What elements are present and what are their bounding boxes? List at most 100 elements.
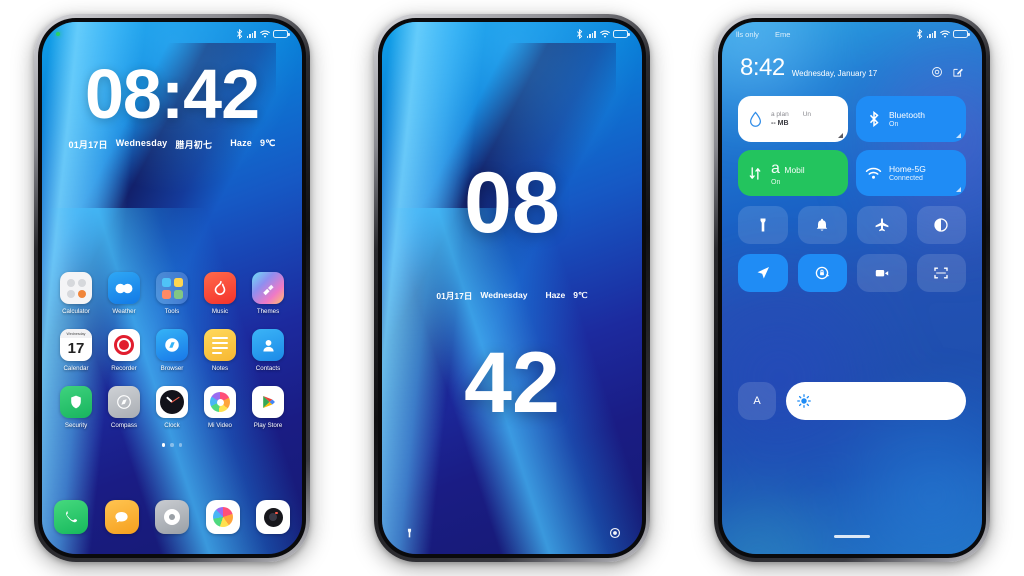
lockscreen-date-row: 01月17日 Wednesday 腊月初七 Haze 9℃	[42, 138, 302, 151]
camera-indicator-icon	[56, 32, 60, 36]
data-drop-icon	[747, 111, 764, 128]
toggle-dark-mode[interactable]	[916, 206, 966, 244]
date-cn: 01月17日	[68, 140, 108, 151]
toggle-screen-recorder[interactable]	[857, 254, 907, 292]
app-themes[interactable]: Themes	[246, 272, 290, 315]
app-browser[interactable]: Browser	[150, 329, 194, 372]
page-indicator[interactable]	[54, 443, 290, 447]
weather-condition: Haze	[545, 290, 566, 300]
app-security[interactable]: Security	[54, 386, 98, 429]
app-compass[interactable]: Compass	[102, 386, 146, 429]
settings-icon[interactable]	[155, 500, 189, 534]
date-cn: 01月17日	[436, 291, 473, 301]
app-contacts[interactable]: Contacts	[246, 329, 290, 372]
lockscreen-clock-widget: 08:42 01月17日 Wednesday 腊月初七 Haze 9℃	[42, 59, 302, 151]
app-label: Music	[211, 308, 229, 315]
phone-icon[interactable]	[54, 500, 88, 534]
auto-brightness-button[interactable]: A	[738, 382, 776, 420]
wifi-icon	[865, 165, 882, 182]
lunar-date: 腊月初七	[175, 140, 213, 151]
bluetooth-icon	[237, 29, 243, 39]
tile-bluetooth[interactable]: Bluetooth On	[856, 96, 966, 142]
compass-icon	[108, 386, 140, 418]
control-center-panel: 8:42 Wednesday, January 17 a plan Un -- …	[722, 22, 982, 554]
app-label: Calculator	[62, 308, 90, 315]
camera-icon[interactable]	[608, 526, 622, 540]
app-weather[interactable]: Weather	[102, 272, 146, 315]
messages-icon[interactable]	[104, 500, 139, 534]
app-label: Compass	[110, 422, 138, 429]
brightness-row: A	[738, 382, 966, 420]
tile-line2: Un	[802, 111, 812, 118]
tile-mobile-data[interactable]: a Mobil On	[738, 150, 848, 196]
tile-line1: a	[771, 160, 780, 177]
edit-icon[interactable]	[952, 66, 964, 78]
app-tools-folder[interactable]: Tools	[150, 272, 194, 315]
toggle-ringer[interactable]	[797, 206, 847, 244]
app-clock[interactable]: Clock	[150, 386, 194, 429]
wifi-icon	[259, 30, 270, 38]
tile-sub: On	[889, 121, 899, 128]
app-music[interactable]: Music	[198, 272, 242, 315]
gear-icon[interactable]	[931, 66, 943, 78]
home-indicator[interactable]	[722, 535, 982, 538]
bluetooth-icon	[865, 111, 882, 128]
phone-bezel: 08:42 01月17日 Wednesday 腊月初七 Haze 9℃ Calc…	[38, 18, 306, 558]
gallery-icon[interactable]	[205, 500, 240, 534]
tile-wifi[interactable]: Home-5G Connected	[856, 150, 966, 196]
music-icon	[204, 272, 236, 304]
clock-minutes: 42	[464, 335, 560, 431]
location-arrow-icon	[757, 267, 769, 279]
app-label: Browser	[160, 365, 184, 372]
app-row-2: Wednesday 17 Calendar Recorder Browser N…	[54, 329, 290, 372]
app-calculator[interactable]: Calculator	[54, 272, 98, 315]
notes-icon	[204, 329, 236, 361]
weekday: Wednesday	[115, 138, 168, 149]
camera-icon[interactable]	[256, 500, 290, 534]
toggle-grid	[738, 206, 966, 292]
app-mi-video[interactable]: Mi Video	[198, 386, 242, 429]
phone-2-lockscreen-big-clock: 08 01月17日 Wednesday Haze 9℃ 42	[374, 14, 650, 562]
toggle-airplane-mode[interactable]	[857, 206, 907, 244]
toggle-location[interactable]	[738, 254, 788, 292]
tools-folder-icon	[156, 272, 188, 304]
app-recorder[interactable]: Recorder	[102, 329, 146, 372]
expand-corner-icon[interactable]	[956, 133, 961, 138]
rotation-lock-icon	[816, 266, 830, 280]
phone-screen: 08 01月17日 Wednesday Haze 9℃ 42	[382, 22, 642, 554]
expand-corner-icon[interactable]	[956, 187, 961, 192]
data-transfer-icon	[747, 165, 764, 182]
battery-icon	[273, 30, 290, 38]
screenshot-stage: 08:42 01月17日 Wednesday 腊月初七 Haze 9℃ Calc…	[0, 0, 1024, 576]
flashlight-icon	[760, 218, 766, 232]
calendar-icon: Wednesday 17	[60, 329, 92, 361]
phone-bezel: 08 01月17日 Wednesday Haze 9℃ 42	[378, 18, 646, 558]
tile-sub: Connected	[889, 175, 923, 182]
expand-corner-icon[interactable]	[838, 133, 843, 138]
dark-mode-icon	[934, 218, 948, 232]
app-label: Notes	[211, 365, 229, 372]
weather-condition: Haze	[230, 138, 252, 149]
app-notes[interactable]: Notes	[198, 329, 242, 372]
dock	[42, 500, 302, 534]
app-calendar[interactable]: Wednesday 17 Calendar	[54, 329, 98, 372]
toggle-flashlight[interactable]	[738, 206, 788, 244]
toggle-scan[interactable]	[916, 254, 966, 292]
tile-data-plan[interactable]: a plan Un -- MB	[738, 96, 848, 142]
toggle-auto-rotate[interactable]	[797, 254, 847, 292]
tile-sub: On	[771, 179, 781, 186]
phone-screen: lls only Eme 8:42 Wednesday, January 17 …	[722, 22, 982, 554]
scan-frame-icon	[934, 267, 948, 279]
themes-icon	[252, 272, 284, 304]
signal-icon	[246, 30, 256, 38]
flashlight-icon[interactable]	[402, 526, 416, 540]
tile-value: -- MB	[771, 120, 789, 127]
app-grid: Calculator Weather Tools Music Themes We…	[42, 272, 302, 457]
phone-1-lockscreen-home: 08:42 01月17日 Wednesday 腊月初七 Haze 9℃ Calc…	[34, 14, 310, 562]
tile-title: Bluetooth	[889, 110, 925, 120]
tile-line1: a plan	[771, 111, 789, 118]
phone-screen: 08:42 01月17日 Wednesday 腊月初七 Haze 9℃ Calc…	[42, 22, 302, 554]
brightness-slider[interactable]	[786, 382, 966, 420]
app-play-store[interactable]: Play Store	[246, 386, 290, 429]
phone-bezel: lls only Eme 8:42 Wednesday, January 17 …	[718, 18, 986, 558]
